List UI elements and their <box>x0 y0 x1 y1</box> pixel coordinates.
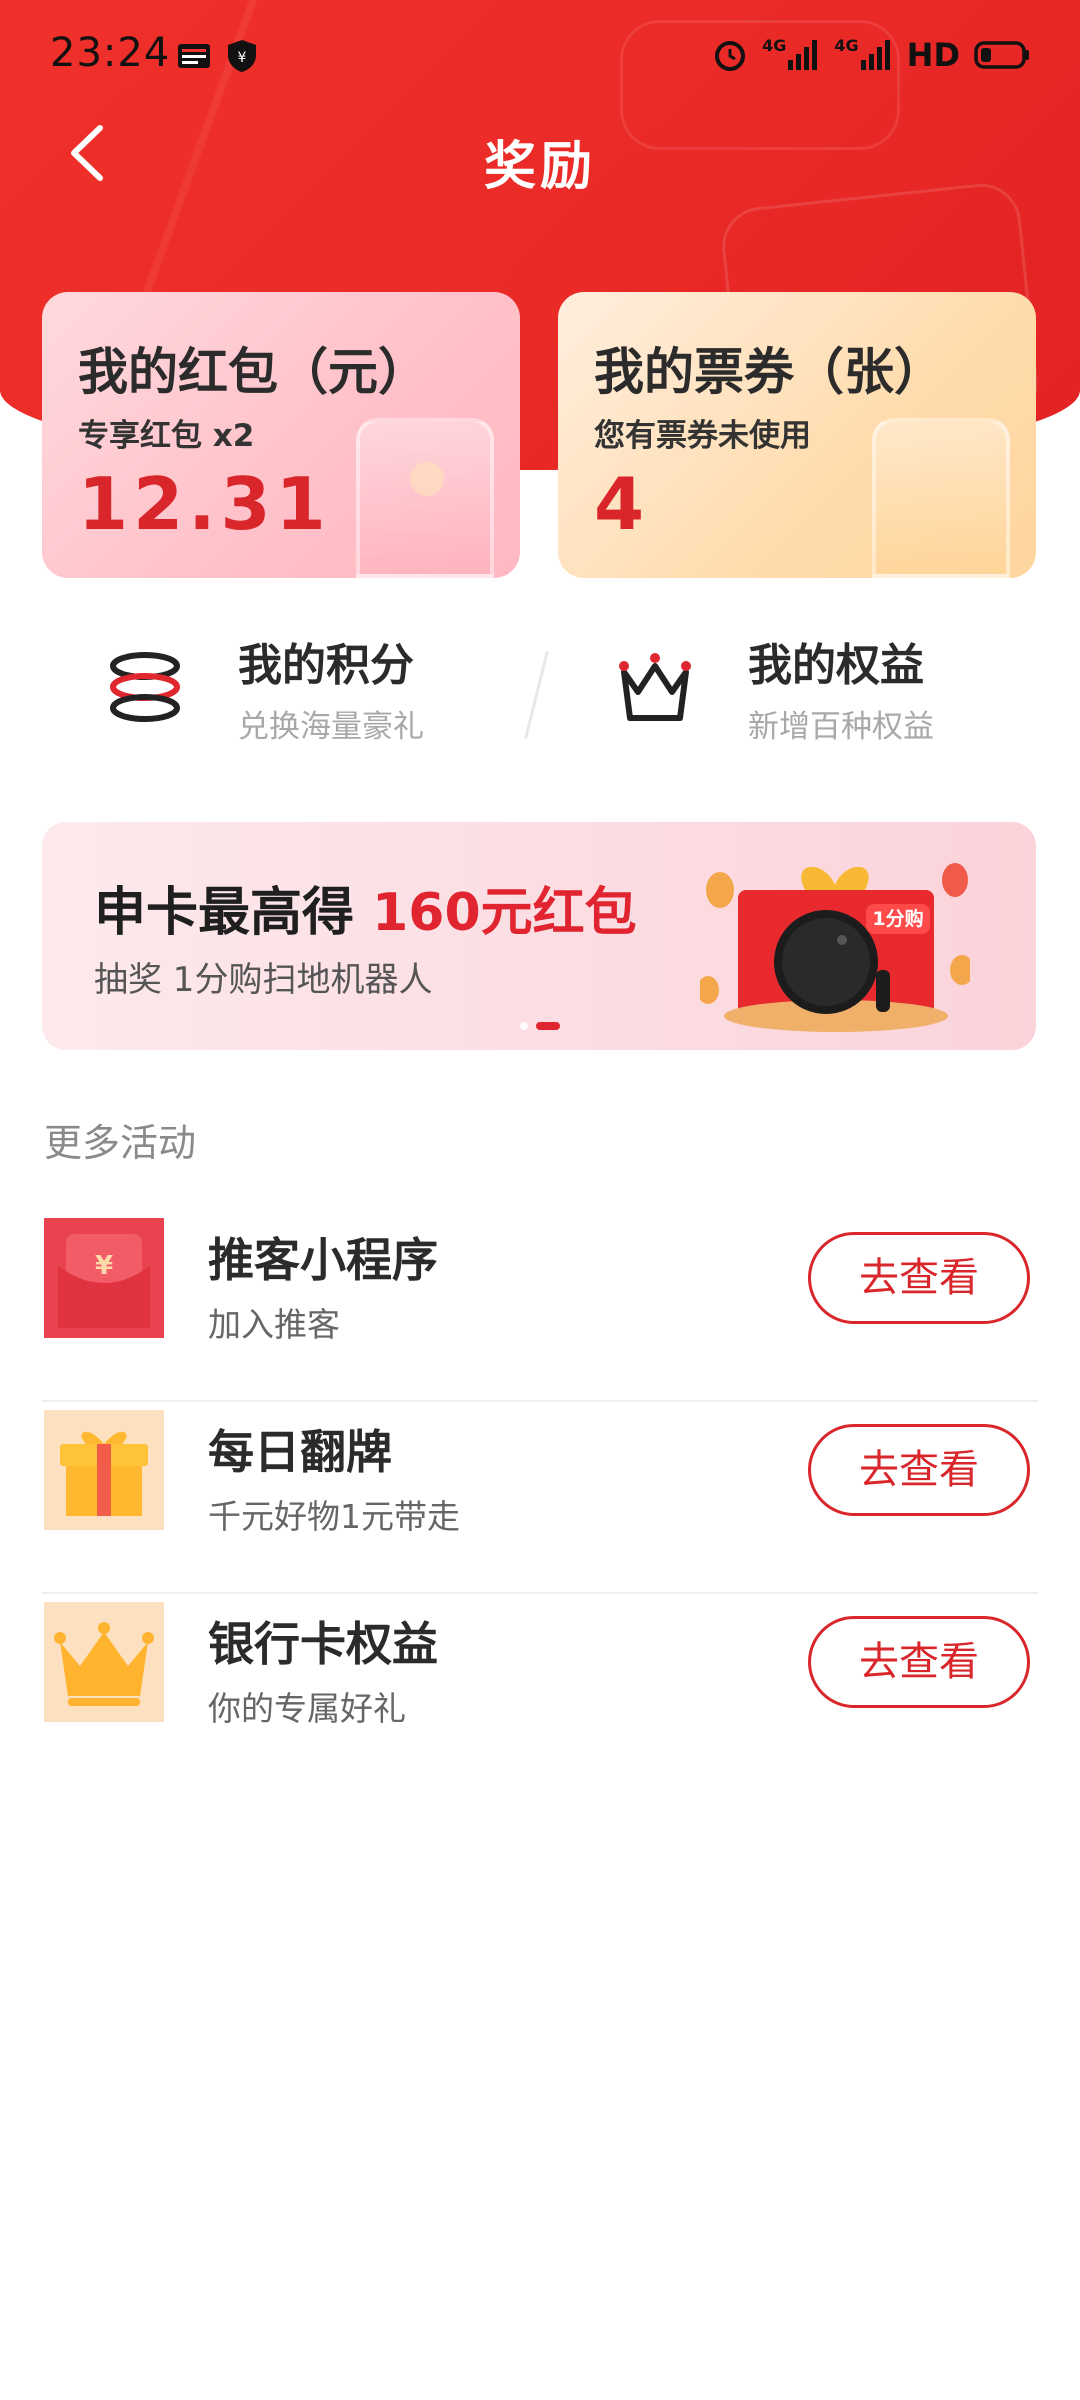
benefits-subtitle: 新增百种权益 <box>748 708 934 745</box>
quick-divider <box>524 650 549 740</box>
activity-title: 每日翻牌 <box>208 1425 392 1479</box>
gift-box-icon <box>44 1410 164 1530</box>
red-envelope-yuan-icon: ¥ <box>44 1218 164 1338</box>
card-value: 12.31 <box>78 462 331 546</box>
crown-icon <box>44 1602 164 1722</box>
coins-stack-icon <box>110 652 180 722</box>
card-title: 我的红包（元） <box>78 343 428 401</box>
list-item[interactable]: 银行卡权益 你的专属好礼 去查看 <box>42 1594 1038 1786</box>
banner-title-prefix: 申卡最高得 <box>94 883 373 943</box>
activity-list: ¥ 推客小程序 加入推客 去查看 每日翻牌 千元好物1元带走 去查看 银行卡权益… <box>42 1210 1038 1786</box>
card-subtitle: 专享红包 x2 <box>78 418 255 454</box>
promo-banner[interactable]: 申卡最高得 160元红包 抽奖 1分购扫地机器人 1分购 <box>42 822 1036 1050</box>
ticket-icon <box>872 418 1010 578</box>
news-app-icon <box>178 44 210 68</box>
points-link[interactable]: 我的积分 兑换海量豪礼 <box>100 612 424 762</box>
page-title: 奖励 <box>483 137 596 197</box>
points-title: 我的积分 <box>238 639 414 691</box>
status-right-icons: 4G 4G HD <box>712 36 1030 74</box>
pagination-dot-active <box>536 1022 560 1030</box>
status-bar: 23:24 ¥ 4G 4G HD <box>0 0 1080 110</box>
banner-badge: 1分购 <box>872 907 923 930</box>
signal-bars-icon-2 <box>860 40 890 70</box>
banner-title-highlight: 160元红包 <box>372 883 637 943</box>
view-button[interactable]: 去查看 <box>808 1424 1030 1516</box>
card-subtitle: 您有票券未使用 <box>594 418 811 454</box>
battery-icon <box>974 41 1029 69</box>
status-time: 23:24 <box>50 30 171 76</box>
activity-title: 推客小程序 <box>208 1233 438 1287</box>
banner-title: 申卡最高得 160元红包 <box>94 870 637 945</box>
red-envelope-card[interactable]: 我的红包（元） 专享红包 x2 12.31 <box>42 292 520 578</box>
activity-subtitle: 千元好物1元带走 <box>208 1497 460 1536</box>
benefits-link[interactable]: 我的权益 新增百种权益 <box>610 612 934 762</box>
svg-text:¥: ¥ <box>238 50 247 66</box>
view-button[interactable]: 去查看 <box>808 1232 1030 1324</box>
alarm-icon <box>715 41 746 71</box>
card-title: 我的票券（张） <box>594 343 944 401</box>
activity-subtitle: 你的专属好礼 <box>208 1689 406 1728</box>
svg-text:¥: ¥ <box>95 1251 113 1281</box>
network-4g-label: 4G <box>762 36 787 55</box>
crown-icon <box>619 653 691 721</box>
network-4g-label-2: 4G <box>834 36 859 55</box>
banner-pagination <box>520 1022 560 1030</box>
activity-subtitle: 加入推客 <box>208 1305 340 1344</box>
card-value: 4 <box>594 462 650 546</box>
ticket-card[interactable]: 我的票券（张） 您有票券未使用 4 <box>558 292 1036 578</box>
banner-subtitle: 抽奖 1分购扫地机器人 <box>94 960 433 1000</box>
view-button[interactable]: 去查看 <box>808 1616 1030 1708</box>
robot-vacuum-gift-illustration: 1分购 <box>700 863 970 1032</box>
points-subtitle: 兑换海量豪礼 <box>238 708 424 745</box>
pagination-dot <box>520 1022 528 1030</box>
section-title: 更多活动 <box>44 1121 197 1165</box>
hd-label: HD <box>906 36 960 74</box>
red-envelope-icon <box>356 418 494 578</box>
benefits-title: 我的权益 <box>748 639 924 691</box>
list-item[interactable]: 每日翻牌 千元好物1元带走 去查看 <box>42 1402 1038 1594</box>
signal-bars-icon <box>788 40 818 70</box>
activity-title: 银行卡权益 <box>208 1617 438 1671</box>
shield-icon: ¥ <box>228 40 256 72</box>
list-item[interactable]: ¥ 推客小程序 加入推客 去查看 <box>42 1210 1038 1402</box>
